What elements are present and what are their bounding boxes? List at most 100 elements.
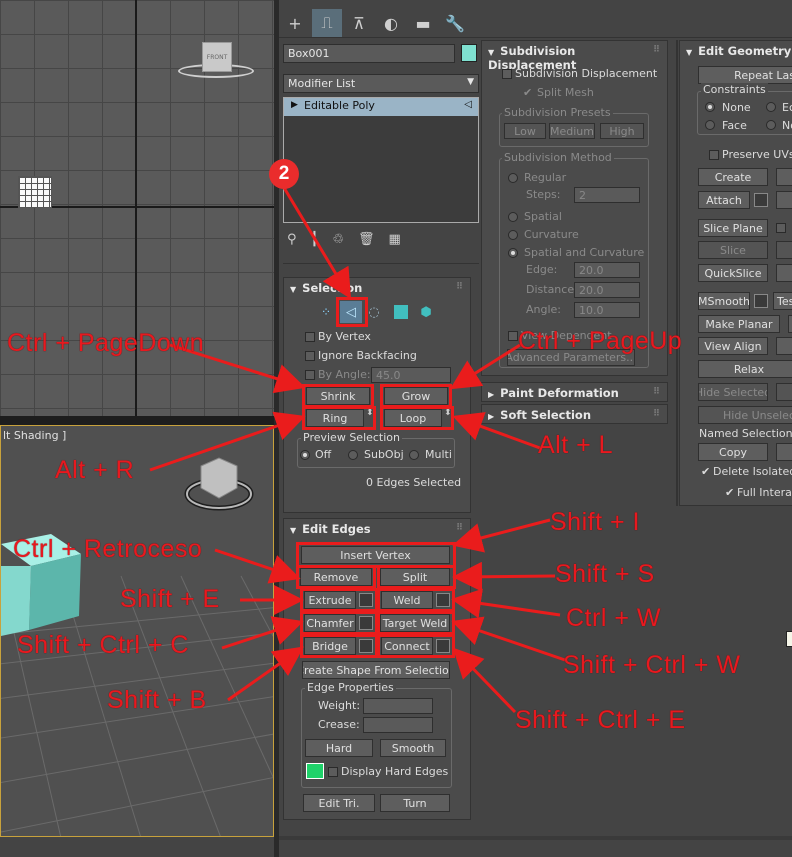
edge-mode-icon[interactable]: ◁ bbox=[340, 301, 362, 323]
expand-arrow-icon[interactable]: ▶ bbox=[291, 100, 298, 110]
hide-selected-button[interactable]: Hide Selected bbox=[698, 383, 768, 401]
edit-edges-rollout-header[interactable]: ▼ Edit Edges ⠿ bbox=[284, 519, 470, 539]
steps-spinner[interactable]: 2 bbox=[574, 187, 640, 203]
bridge-settings-icon[interactable] bbox=[359, 639, 373, 653]
preset-medium-button[interactable]: Medium bbox=[549, 123, 595, 139]
remove-modifier-icon[interactable]: 🗑 bbox=[358, 232, 375, 247]
tessellate-button[interactable]: Tes bbox=[773, 292, 792, 310]
target-weld-button[interactable]: Target Weld bbox=[380, 614, 450, 632]
make-planar-button[interactable]: Make Planar bbox=[698, 315, 780, 333]
constraint-face-radio[interactable] bbox=[705, 120, 715, 130]
object-name-field[interactable]: Box001 bbox=[283, 44, 455, 63]
panel-bottom-scrollbar[interactable] bbox=[279, 836, 792, 840]
preset-low-button[interactable]: Low bbox=[504, 123, 546, 139]
msmooth-settings-icon[interactable] bbox=[754, 294, 768, 308]
paint-deformation-rollout[interactable]: ▶ Paint Deformation ⠿ bbox=[481, 382, 668, 402]
remove-button[interactable]: Remove bbox=[300, 568, 372, 586]
create-button[interactable]: Create bbox=[698, 168, 768, 186]
loop-button[interactable]: Loop bbox=[384, 409, 442, 427]
connect-settings-icon[interactable] bbox=[436, 639, 450, 653]
unhide-all-button-clipped[interactable] bbox=[776, 383, 792, 401]
ring-button[interactable]: Ring bbox=[306, 409, 364, 427]
detach-button-clipped[interactable] bbox=[776, 191, 792, 209]
turn-button[interactable]: Turn bbox=[380, 794, 450, 812]
pin-stack-icon[interactable]: ⚲ bbox=[287, 232, 297, 247]
msmooth-button[interactable]: MSmooth bbox=[698, 292, 750, 310]
vertex-mode-icon[interactable]: ⁘ bbox=[316, 305, 336, 319]
polygon-mode-icon[interactable] bbox=[394, 305, 408, 319]
edit-tri-button[interactable]: Edit Tri. bbox=[303, 794, 375, 812]
by-angle-spinner[interactable]: 45.0 bbox=[371, 367, 451, 383]
hide-unselected-button[interactable]: Hide Unselec bbox=[698, 406, 792, 424]
relax-button[interactable]: Relax bbox=[698, 360, 792, 378]
weight-spinner[interactable] bbox=[363, 698, 433, 714]
smooth-button[interactable]: Smooth bbox=[380, 739, 446, 757]
drag-grip-icon[interactable]: ⠿ bbox=[456, 523, 464, 533]
chamfer-settings-icon[interactable] bbox=[359, 616, 373, 630]
modifier-list-dropdown[interactable]: Modifier List ▼ bbox=[283, 74, 479, 93]
weld-button[interactable]: Weld bbox=[381, 591, 433, 609]
soft-selection-rollout[interactable]: ▶ Soft Selection ⠿ bbox=[481, 404, 668, 424]
quickslice-button[interactable]: QuickSlice bbox=[698, 264, 768, 282]
grid-align-button-clipped[interactable] bbox=[776, 337, 792, 355]
drag-grip-icon[interactable]: ⠿ bbox=[653, 387, 661, 397]
view-dependent-checkbox[interactable] bbox=[508, 331, 518, 341]
bridge-button[interactable]: Bridge bbox=[304, 637, 356, 655]
create-shape-button[interactable]: Create Shape From Selection bbox=[302, 661, 450, 679]
subdivision-displacement-checkbox[interactable] bbox=[502, 69, 512, 79]
hierarchy-icon[interactable]: ⊼ bbox=[344, 9, 374, 37]
attach-button[interactable]: Attach bbox=[698, 191, 750, 209]
cut-button-clipped[interactable] bbox=[776, 264, 792, 282]
paste-button-clipped[interactable] bbox=[776, 443, 792, 461]
show-end-result-icon[interactable]: ┃ bbox=[311, 232, 319, 247]
element-mode-icon[interactable]: ⬢ bbox=[416, 305, 436, 320]
selection-rollout-header[interactable]: ▼ Selection ⠿ bbox=[284, 278, 470, 298]
loop-spinner-icon[interactable]: ⬍ bbox=[444, 408, 452, 418]
weld-settings-icon[interactable] bbox=[436, 593, 450, 607]
spatial-radio[interactable] bbox=[508, 212, 518, 222]
split-button[interactable]: Split bbox=[380, 568, 450, 586]
attach-settings-icon[interactable] bbox=[754, 193, 768, 207]
shrink-button[interactable]: Shrink bbox=[306, 387, 370, 405]
full-interactivity-check-icon[interactable]: ✔ bbox=[725, 486, 734, 499]
edge-spinner[interactable]: 20.0 bbox=[574, 262, 640, 278]
curvature-radio[interactable] bbox=[508, 230, 518, 240]
angle-spinner[interactable]: 10.0 bbox=[574, 302, 640, 318]
viewcube[interactable]: FRONT bbox=[202, 42, 232, 72]
modify-icon[interactable]: ⎍ bbox=[312, 9, 342, 37]
make-unique-icon[interactable]: ♲ bbox=[332, 232, 344, 247]
slice-button[interactable]: Slice bbox=[698, 241, 768, 259]
split-mesh-check-icon[interactable]: ✔ bbox=[523, 86, 532, 99]
edit-geometry-header[interactable]: ▼ Edit Geometry bbox=[680, 41, 792, 61]
collapse-button-clipped[interactable] bbox=[776, 168, 792, 186]
distance-spinner[interactable]: 20.0 bbox=[574, 282, 640, 298]
preview-multi-radio[interactable] bbox=[409, 450, 419, 460]
utilities-icon[interactable]: 🔧 bbox=[440, 9, 470, 37]
extrude-button[interactable]: Extrude bbox=[304, 591, 356, 609]
hard-edge-color-swatch[interactable] bbox=[306, 763, 324, 779]
paint-deformation-header[interactable]: ▶ Paint Deformation ⠿ bbox=[482, 383, 667, 403]
drag-grip-icon[interactable]: ⠿ bbox=[653, 409, 661, 419]
insert-vertex-button[interactable]: Insert Vertex bbox=[301, 546, 450, 564]
split-checkbox-clipped[interactable] bbox=[776, 223, 786, 233]
ring-spinner-icon[interactable]: ⬍ bbox=[366, 408, 374, 418]
hard-button[interactable]: Hard bbox=[305, 739, 373, 757]
stack-item-editable-poly[interactable]: ▶ Editable Poly ◁ bbox=[284, 98, 478, 116]
view-align-button[interactable]: View Align bbox=[698, 337, 768, 355]
preset-high-button[interactable]: High bbox=[600, 123, 644, 139]
preview-off-radio[interactable] bbox=[300, 450, 310, 460]
drag-grip-icon[interactable]: ⠿ bbox=[653, 45, 661, 55]
regular-radio[interactable] bbox=[508, 173, 518, 183]
constraint-none-radio[interactable] bbox=[705, 102, 715, 112]
slice-plane-button[interactable]: Slice Plane bbox=[698, 219, 768, 237]
ignore-backfacing-checkbox[interactable] bbox=[305, 351, 315, 361]
motion-icon[interactable]: ◐ bbox=[376, 9, 406, 37]
planar-x-button-clipped[interactable] bbox=[788, 315, 792, 333]
spatial-curvature-radio[interactable] bbox=[508, 248, 518, 258]
crease-spinner[interactable] bbox=[363, 717, 433, 733]
configure-sets-icon[interactable]: ▦ bbox=[389, 232, 401, 247]
subdivision-displacement-header[interactable]: ▼ Subdivision Displacement ⠿ bbox=[482, 41, 667, 72]
modifier-stack[interactable]: ▶ Editable Poly ◁ bbox=[283, 97, 479, 223]
drag-grip-icon[interactable]: ⠿ bbox=[456, 282, 464, 292]
grow-button[interactable]: Grow bbox=[384, 387, 448, 405]
